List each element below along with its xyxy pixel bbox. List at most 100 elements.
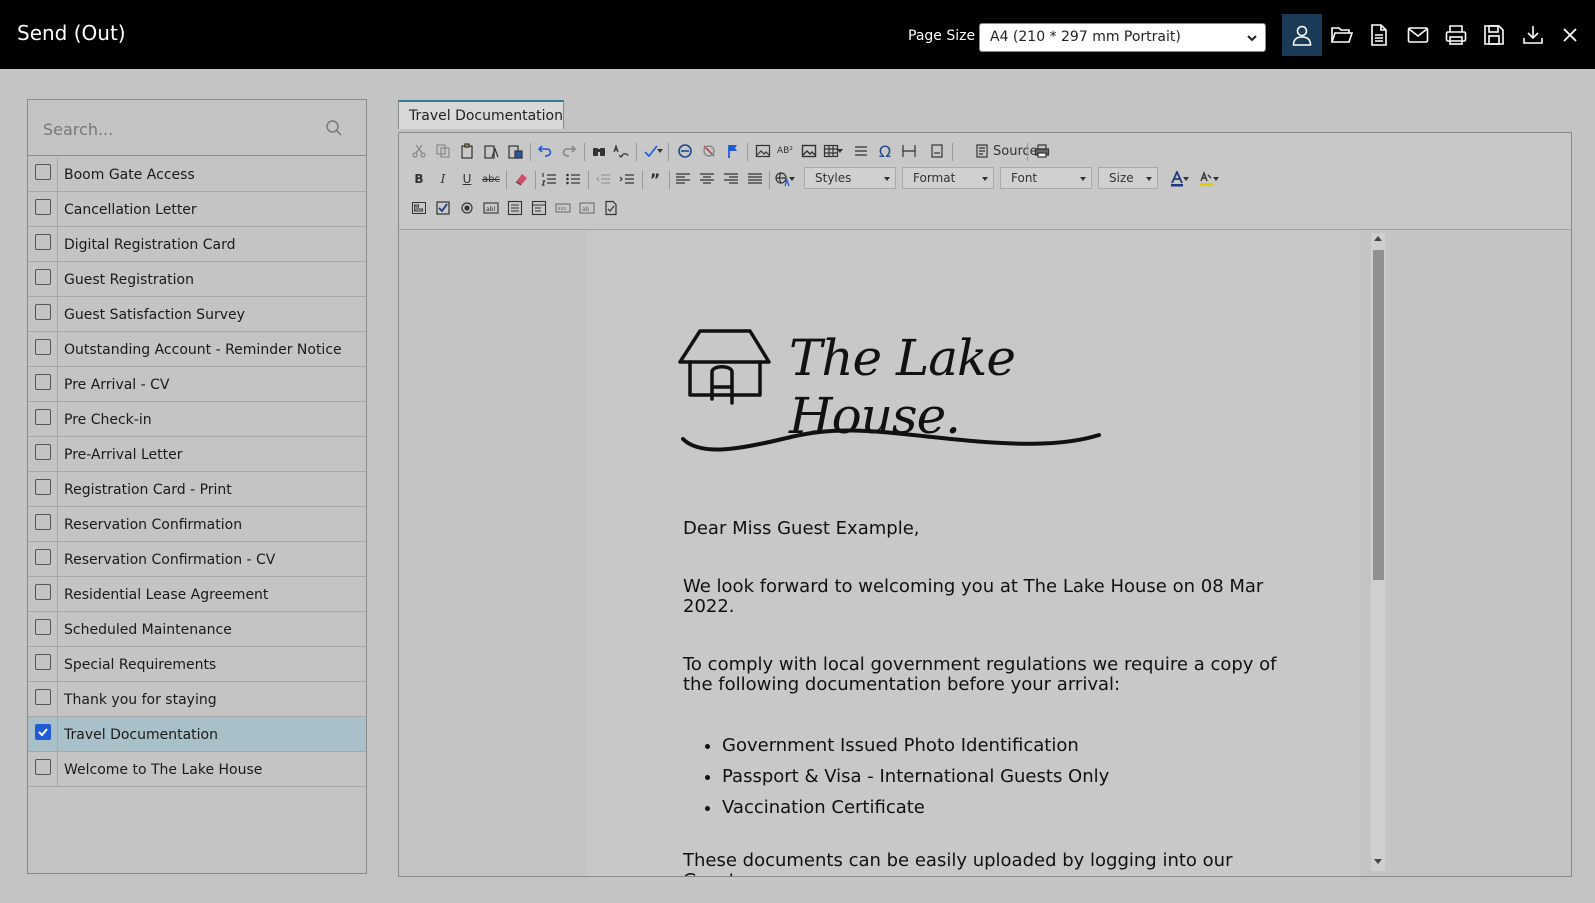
document-checkbox[interactable] xyxy=(35,689,51,705)
document-button[interactable] xyxy=(1359,14,1399,56)
hidden-field-icon[interactable] xyxy=(601,198,621,218)
list-item[interactable]: Registration Card - Print xyxy=(28,472,366,507)
document-checkbox[interactable] xyxy=(35,654,51,670)
styles-dropdown[interactable]: Styles xyxy=(804,167,896,189)
link-icon[interactable] xyxy=(675,141,695,161)
document-checkbox[interactable] xyxy=(35,409,51,425)
document-checkbox[interactable] xyxy=(35,584,51,600)
print-icon[interactable] xyxy=(1032,141,1052,161)
list-item[interactable]: Reservation Confirmation xyxy=(28,507,366,542)
document-checkbox[interactable] xyxy=(35,234,51,250)
iframe-icon[interactable] xyxy=(927,141,947,161)
align-left-icon[interactable] xyxy=(673,169,693,189)
outdent-icon[interactable] xyxy=(593,169,613,189)
background-color-dropdown-icon[interactable] xyxy=(1211,169,1221,189)
form-icon[interactable] xyxy=(409,198,429,218)
list-item[interactable]: Outstanding Account - Reminder Notice xyxy=(28,332,366,367)
anchor-icon[interactable] xyxy=(723,141,743,161)
list-item[interactable]: Scheduled Maintenance xyxy=(28,612,366,647)
scroll-down-arrow-icon[interactable] xyxy=(1374,859,1382,864)
textarea-icon[interactable] xyxy=(505,198,525,218)
spellcheck-dropdown-icon[interactable] xyxy=(655,141,665,161)
list-item[interactable]: Welcome to The Lake House xyxy=(28,752,366,787)
blockquote-icon[interactable]: ” xyxy=(645,169,665,189)
italic-button[interactable]: I xyxy=(433,169,453,189)
format-dropdown[interactable]: Format xyxy=(902,167,994,189)
underline-button[interactable]: U xyxy=(457,169,477,189)
unlink-icon[interactable] xyxy=(699,141,719,161)
document-checkbox[interactable] xyxy=(35,619,51,635)
document-checkbox[interactable] xyxy=(35,339,51,355)
page-size-select[interactable]: A4 (210 * 297 mm Portrait) xyxy=(979,23,1266,52)
list-item[interactable]: Special Requirements xyxy=(28,647,366,682)
document-checkbox[interactable] xyxy=(35,479,51,495)
undo-icon[interactable] xyxy=(535,141,555,161)
copy-icon[interactable] xyxy=(433,141,453,161)
textfield-icon[interactable]: abl xyxy=(481,198,501,218)
source-button[interactable]: Source xyxy=(974,143,1038,159)
list-item[interactable]: Reservation Confirmation - CV xyxy=(28,542,366,577)
button-icon[interactable]: xxx xyxy=(553,198,573,218)
document-checkbox[interactable] xyxy=(35,374,51,390)
list-item[interactable]: Digital Registration Card xyxy=(28,227,366,262)
open-button[interactable] xyxy=(1322,14,1362,56)
document-checkbox[interactable] xyxy=(35,724,51,740)
table-dropdown-icon[interactable] xyxy=(835,141,845,161)
strikethrough-button[interactable]: abc xyxy=(481,169,501,189)
email-button[interactable] xyxy=(1398,14,1438,56)
replace-icon[interactable] xyxy=(611,141,631,161)
text-color-dropdown-icon[interactable] xyxy=(1181,169,1191,189)
document-checkbox[interactable] xyxy=(35,164,51,180)
align-center-icon[interactable] xyxy=(697,169,717,189)
checkbox-icon[interactable] xyxy=(433,198,453,218)
print-button[interactable] xyxy=(1436,14,1476,56)
image-icon[interactable] xyxy=(753,141,773,161)
indent-icon[interactable] xyxy=(617,169,637,189)
size-dropdown[interactable]: Size xyxy=(1098,167,1158,189)
paste-text-icon[interactable] xyxy=(481,141,501,161)
find-icon[interactable] xyxy=(589,141,609,161)
align-justify-icon[interactable] xyxy=(745,169,765,189)
editor-content-area[interactable]: The Lake House. Dear Miss Guest Example,… xyxy=(399,231,1571,876)
guest-profile-button[interactable] xyxy=(1282,14,1322,56)
remove-format-icon[interactable] xyxy=(511,169,531,189)
list-item[interactable]: Guest Satisfaction Survey xyxy=(28,297,366,332)
document-checkbox[interactable] xyxy=(35,199,51,215)
cut-icon[interactable] xyxy=(409,141,429,161)
document-checkbox[interactable] xyxy=(35,549,51,565)
document-checkbox[interactable] xyxy=(35,514,51,530)
document-checkbox[interactable] xyxy=(35,304,51,320)
document-checkbox[interactable] xyxy=(35,269,51,285)
abbreviation-icon[interactable]: AB² xyxy=(775,141,795,161)
radio-icon[interactable] xyxy=(457,198,477,218)
close-button[interactable] xyxy=(1550,14,1590,56)
align-right-icon[interactable] xyxy=(721,169,741,189)
horizontal-rule-icon[interactable] xyxy=(851,141,871,161)
list-item[interactable]: Guest Registration xyxy=(28,262,366,297)
font-dropdown[interactable]: Font xyxy=(1000,167,1092,189)
scroll-up-arrow-icon[interactable] xyxy=(1374,236,1382,241)
list-item[interactable]: Pre Arrival - CV xyxy=(28,367,366,402)
numbered-list-icon[interactable] xyxy=(539,169,559,189)
scrollbar-thumb[interactable] xyxy=(1373,250,1384,580)
save-button[interactable] xyxy=(1474,14,1514,56)
language-dropdown-icon[interactable] xyxy=(787,169,797,189)
bold-button[interactable]: B xyxy=(409,169,429,189)
page-break-icon[interactable] xyxy=(899,141,919,161)
document-checkbox[interactable] xyxy=(35,759,51,775)
paste-icon[interactable] xyxy=(457,141,477,161)
special-character-icon[interactable]: Ω xyxy=(875,141,895,161)
list-item[interactable]: Travel Documentation xyxy=(28,717,366,752)
vertical-scrollbar[interactable] xyxy=(1371,233,1385,871)
list-item[interactable]: Thank you for staying xyxy=(28,682,366,717)
image-manager-icon[interactable] xyxy=(799,141,819,161)
bullet-list-icon[interactable] xyxy=(563,169,583,189)
paste-word-icon[interactable] xyxy=(505,141,525,161)
list-item[interactable]: Pre-Arrival Letter xyxy=(28,437,366,472)
list-item[interactable]: Cancellation Letter xyxy=(28,192,366,227)
list-item[interactable]: Residential Lease Agreement xyxy=(28,577,366,612)
select-icon[interactable] xyxy=(529,198,549,218)
tab-travel-documentation[interactable]: Travel Documentation xyxy=(398,100,564,129)
download-button[interactable] xyxy=(1513,14,1553,56)
document-checkbox[interactable] xyxy=(35,444,51,460)
